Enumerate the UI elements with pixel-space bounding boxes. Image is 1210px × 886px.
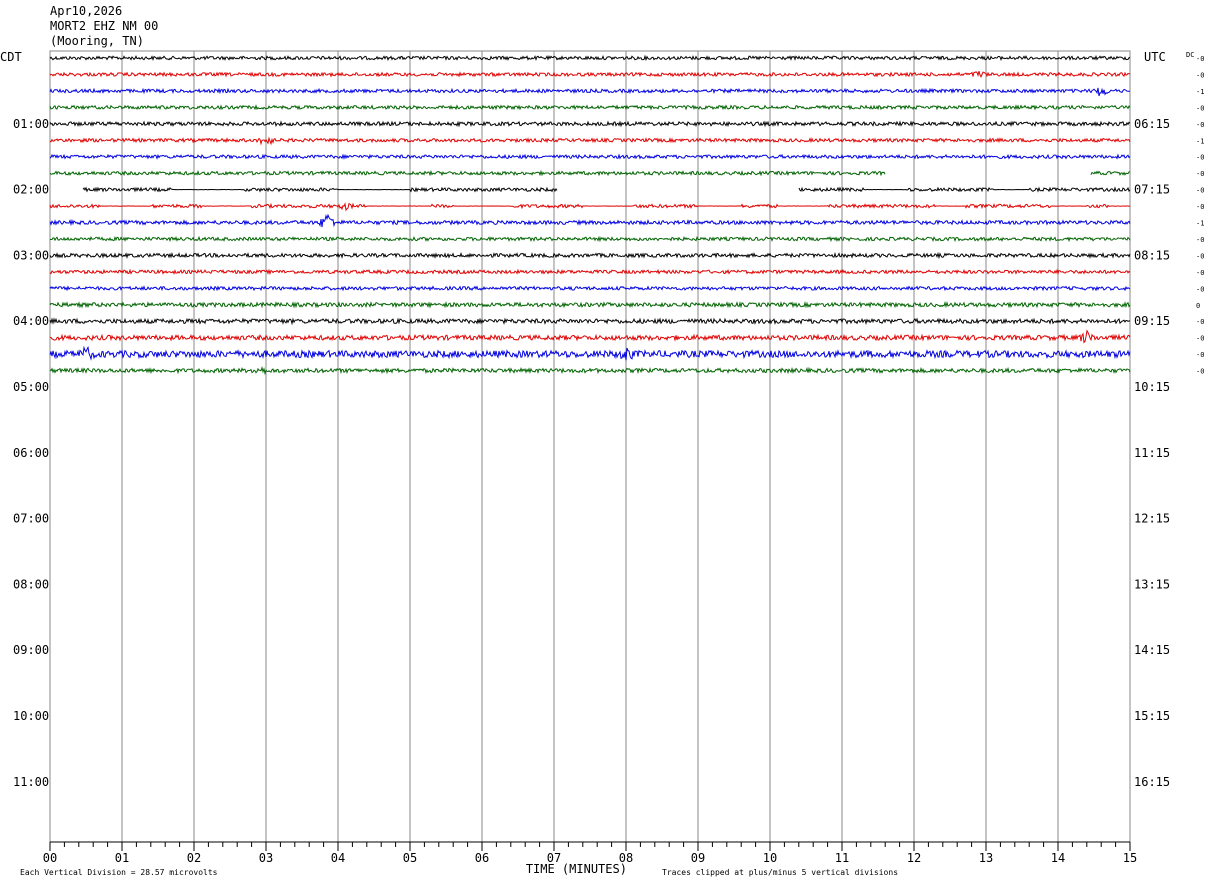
x-tick-label: 12 <box>907 851 921 865</box>
trace-row-13 <box>49 251 1131 260</box>
dc-offset-label: -0 <box>1196 236 1204 244</box>
x-tick-label: 15 <box>1123 851 1137 865</box>
x-tick-label: 02 <box>187 851 201 865</box>
trace-row-9 <box>82 186 1131 193</box>
right-hour-label: 11:15 <box>1134 446 1170 460</box>
trace-row-7 <box>49 153 1131 160</box>
trace-row-15 <box>49 285 1131 292</box>
trace-row-18 <box>49 329 1131 344</box>
x-axis-label: TIME (MINUTES) <box>526 862 627 876</box>
right-hour-label: 15:15 <box>1134 709 1170 723</box>
left-hour-label: 03:00 <box>13 248 49 262</box>
right-hour-label: 08:15 <box>1134 248 1170 262</box>
dc-offset-label: -1 <box>1196 88 1204 96</box>
trace-row-19 <box>49 345 1131 361</box>
trace-row-8 <box>49 169 1131 177</box>
dc-offset-label: -0 <box>1196 121 1204 129</box>
dc-offset-label: -0 <box>1196 71 1204 79</box>
x-tick-label: 04 <box>331 851 345 865</box>
right-hour-label: 10:15 <box>1134 380 1170 394</box>
x-tick-label: 00 <box>43 851 57 865</box>
trace-row-4 <box>49 104 1131 111</box>
right-hour-label: 06:15 <box>1134 117 1170 131</box>
dc-offset-label: -0 <box>1196 154 1204 162</box>
trace-row-17 <box>49 317 1131 326</box>
left-hour-label: 11:00 <box>13 775 49 789</box>
left-hour-label: 05:00 <box>13 380 49 394</box>
dc-offset-label: -0 <box>1196 269 1204 277</box>
right-hour-label: 12:15 <box>1134 512 1170 526</box>
left-hour-label: 10:00 <box>13 709 49 723</box>
left-hour-label: 02:00 <box>13 183 49 197</box>
dc-offset-label: -0 <box>1196 252 1204 260</box>
right-timezone-label: UTC <box>1144 50 1166 64</box>
trace-row-1 <box>49 54 1131 62</box>
dc-offset-label: -1 <box>1196 220 1204 228</box>
trace-row-5 <box>49 120 1131 128</box>
trace-row-10 <box>49 202 1131 212</box>
trace-row-11 <box>49 213 1131 228</box>
trace-row-12 <box>49 235 1131 243</box>
right-hour-label: 07:15 <box>1134 183 1170 197</box>
dc-offset-label: -0 <box>1196 203 1204 211</box>
trace-row-14 <box>49 268 1131 276</box>
right-hour-label: 13:15 <box>1134 577 1170 591</box>
dc-offset-label: -0 <box>1196 351 1204 359</box>
dc-label: DC <box>1186 51 1194 59</box>
left-hour-label: 06:00 <box>13 446 49 460</box>
right-hour-label: 14:15 <box>1134 643 1170 657</box>
dc-offset-label: -0 <box>1196 187 1204 195</box>
right-hour-label: 09:15 <box>1134 314 1170 328</box>
helicorder-plot: 00 01 02 03 04 05 06 07 08 09 10 11 12 13 14 15TIME (MI… <box>0 50 1204 877</box>
trace-row-6 <box>49 136 1131 146</box>
x-tick-label: 06 <box>475 851 489 865</box>
right-hour-label: 16:15 <box>1134 775 1170 789</box>
dc-offset-label: -0 <box>1196 170 1204 178</box>
x-tick-label: 03 <box>259 851 273 865</box>
dc-offset-label: -0 <box>1196 335 1204 343</box>
x-tick-label: 11 <box>835 851 849 865</box>
left-hour-label: 07:00 <box>13 512 49 526</box>
x-tick-label: 05 <box>403 851 417 865</box>
plot-frame <box>49 50 1131 843</box>
dc-offset-label: -1 <box>1196 137 1204 145</box>
dc-offset-label: -0 <box>1196 285 1204 293</box>
trace-row-20 <box>49 366 1131 376</box>
left-hour-label: 08:00 <box>13 577 49 591</box>
left-hour-label: 04:00 <box>13 314 49 328</box>
dc-offset-label: 0 <box>1196 302 1200 310</box>
dc-offset-label: -0 <box>1196 318 1204 326</box>
left-hour-label: 09:00 <box>13 643 49 657</box>
trace-row-3 <box>49 87 1131 97</box>
dc-offset-label: -0 <box>1196 55 1204 63</box>
dc-offset-label: -0 <box>1196 368 1204 376</box>
x-tick-label: 01 <box>115 851 129 865</box>
x-tick-label: 14 <box>1051 851 1065 865</box>
trace-row-2 <box>49 70 1131 78</box>
x-tick-label: 10 <box>763 851 777 865</box>
x-tick-label: 13 <box>979 851 993 865</box>
dc-offset-label: -0 <box>1196 104 1204 112</box>
x-tick-label: 09 <box>691 851 705 865</box>
footer-scale-text: Each Vertical Division = 28.57 microvolt… <box>20 868 218 877</box>
trace-layer <box>49 54 1131 376</box>
trace-row-16 <box>49 300 1131 309</box>
left-timezone-label: CDT <box>0 50 22 64</box>
left-hour-label: 01:00 <box>13 117 49 131</box>
footer-clip-text: Traces clipped at plus/minus 5 vertical … <box>662 868 898 877</box>
